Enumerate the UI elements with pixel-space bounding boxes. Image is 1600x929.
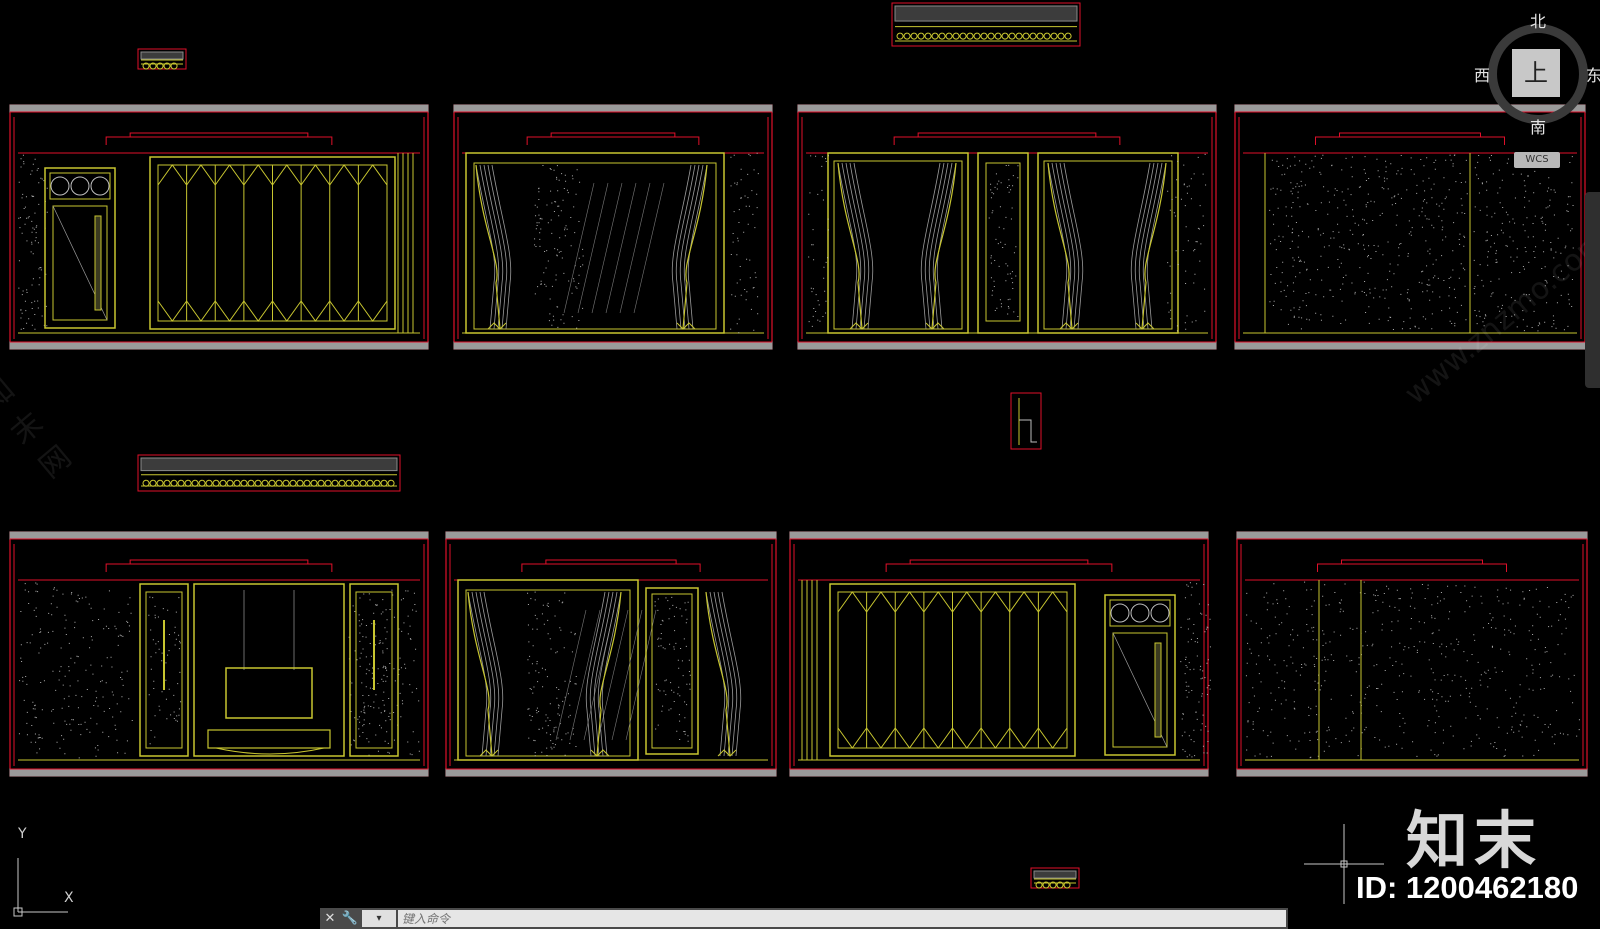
- viewcube-north[interactable]: 北: [1530, 8, 1546, 32]
- elevation-2: [453, 104, 773, 350]
- wrench-icon[interactable]: 🔧: [340, 908, 360, 929]
- elevation-8: [1236, 531, 1588, 777]
- ceiling-slab: [1236, 531, 1588, 540]
- stone-hatch: [534, 165, 584, 329]
- ucs-y-label: Y: [18, 826, 27, 842]
- elevation-5: [9, 531, 429, 777]
- stone-hatch: [1245, 581, 1580, 759]
- floor-slab: [789, 768, 1209, 777]
- watermark-brand: 知末: [1406, 804, 1543, 877]
- floor-slab: [1236, 768, 1588, 777]
- ceiling-slab: [9, 104, 429, 113]
- ceiling-slab: [453, 104, 773, 113]
- floor-slab: [9, 768, 429, 777]
- viewcube[interactable]: 上 北 南 西 东: [1474, 12, 1600, 144]
- stone-hatch: [730, 152, 759, 334]
- command-line: ✕ 🔧 ▾: [320, 908, 1288, 929]
- ceiling-slab: [797, 104, 1217, 113]
- section-detail-4: [1030, 867, 1080, 889]
- stone-hatch: [348, 589, 420, 756]
- stone-hatch: [988, 164, 1019, 317]
- section-detail-3: [137, 454, 401, 492]
- elevation-1: [9, 104, 429, 350]
- ceiling-slab: [789, 531, 1209, 540]
- command-input[interactable]: [398, 910, 1286, 927]
- floor-slab: [453, 341, 773, 350]
- ucs-x-label: X: [64, 890, 74, 906]
- stone-hatch: [1269, 154, 1468, 330]
- stone-hatch: [1167, 153, 1207, 332]
- floor-slab: [9, 341, 429, 350]
- elevation-7: [789, 531, 1211, 777]
- stone-hatch: [18, 582, 133, 759]
- section-detail-2: [891, 2, 1081, 47]
- close-icon[interactable]: ✕: [320, 908, 340, 929]
- floor-slab: [1234, 341, 1586, 350]
- ucs-icon: [13, 858, 68, 917]
- cad-drawing-canvas[interactable]: [0, 0, 1600, 929]
- section-detail-5: [1010, 392, 1042, 450]
- ceiling-slab: [445, 531, 777, 540]
- section-detail-1: [137, 48, 187, 70]
- stone-hatch: [18, 154, 48, 330]
- stone-hatch: [808, 155, 829, 327]
- stone-hatch: [654, 596, 691, 742]
- chevron-down-icon: ▾: [376, 913, 382, 924]
- floor-slab: [445, 768, 777, 777]
- elevation-6: [445, 531, 777, 777]
- floor-slab: [797, 341, 1217, 350]
- watermark-id: ID: 1200462180: [1356, 870, 1579, 905]
- viewcube-east[interactable]: 东: [1586, 62, 1600, 86]
- wcs-menu-button[interactable]: WCS: [1514, 152, 1560, 168]
- viewcube-top-face[interactable]: 上: [1512, 49, 1560, 97]
- side-panel-tab[interactable]: [1585, 192, 1600, 388]
- stone-hatch: [1180, 582, 1211, 758]
- viewcube-south[interactable]: 南: [1530, 114, 1546, 138]
- recent-commands-button[interactable]: ▾: [362, 910, 396, 927]
- stone-hatch: [527, 591, 577, 757]
- ceiling-slab: [9, 531, 429, 540]
- viewcube-west[interactable]: 西: [1474, 62, 1490, 86]
- elevation-3: [797, 104, 1217, 350]
